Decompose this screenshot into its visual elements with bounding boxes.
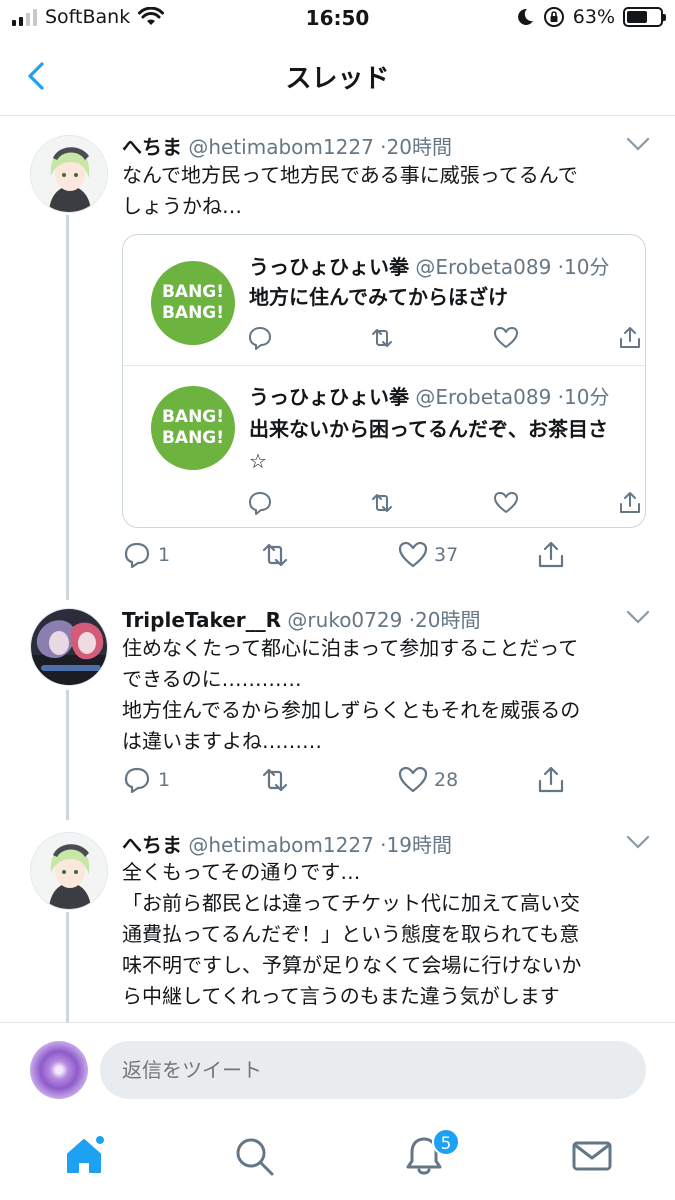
search-icon[interactable] xyxy=(232,1134,276,1178)
display-name[interactable]: へちま xyxy=(122,833,182,857)
tweet-text-line: 味不明ですし、予算が足りなくて会場に行けないか xyxy=(122,953,582,977)
tweet-text: 全くもってその通りです… 「お前ら都民とは違ってチケット代に加えて高い交 通費払… xyxy=(122,857,642,1012)
thread-line xyxy=(66,912,69,1022)
avatar[interactable] xyxy=(30,832,108,910)
tab-bar xyxy=(0,1118,675,1200)
tweet-text-line: 全くもってその通りです… xyxy=(122,860,361,884)
home-icon[interactable] xyxy=(62,1134,106,1178)
tweet[interactable]: へちま @hetimabom1227 ·19時間 全くもってその通りです… 「お… xyxy=(0,0,675,1022)
my-avatar[interactable] xyxy=(30,1041,88,1099)
timestamp: 19時間 xyxy=(386,833,452,857)
tweet-header: へちま @hetimabom1227 ·19時間 xyxy=(122,829,452,858)
tweet-text-line: ら中継してくれって言うのもまた違う気がします xyxy=(122,984,560,1008)
tweet-text-line: 「お前ら都民とは違ってチケット代に加えて高い交 xyxy=(122,891,580,915)
notification-badge: 5 xyxy=(432,1128,460,1156)
reply-input[interactable] xyxy=(100,1041,646,1099)
messages-icon[interactable] xyxy=(570,1134,614,1178)
reply-composer xyxy=(0,1022,675,1118)
tweet-text-line: 通費払ってるんだぞ！」という態度を取られても意 xyxy=(122,922,580,946)
chevron-down-icon[interactable] xyxy=(625,834,651,850)
user-handle[interactable]: @hetimabom1227 xyxy=(188,833,373,857)
